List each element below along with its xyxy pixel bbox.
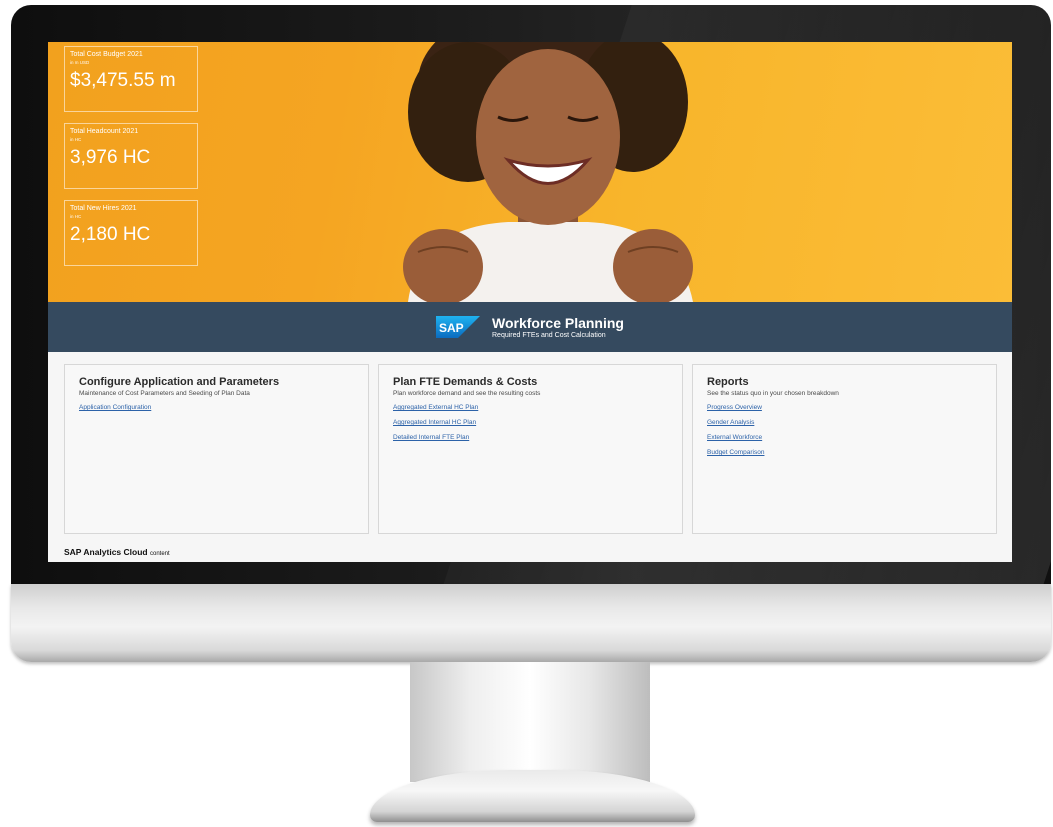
- kpi-value: $3,475.55 m: [70, 70, 176, 91]
- link-budget-comparison[interactable]: Budget Comparison: [707, 449, 982, 457]
- card-title: Configure Application and Parameters: [79, 376, 280, 388]
- link-aggregated-external-hc-plan[interactable]: Aggregated External HC Plan: [393, 404, 668, 412]
- monitor-stand-neck: [410, 662, 650, 782]
- kpi-tile-headcount[interactable]: Total Headcount 2021 in HC 3,976 HC: [64, 123, 198, 189]
- kpi-tile-cost-budget[interactable]: Total Cost Budget 2021 in m USD $3,475.5…: [64, 46, 198, 112]
- kpi-title: Total Headcount 2021: [70, 128, 139, 135]
- link-aggregated-internal-hc-plan[interactable]: Aggregated Internal HC Plan: [393, 419, 668, 427]
- link-gender-analysis[interactable]: Gender Analysis: [707, 419, 982, 427]
- smiling-woman-photo: [403, 42, 693, 302]
- card-title: Reports: [707, 376, 749, 388]
- card-description: Maintenance of Cost Parameters and Seedi…: [79, 390, 250, 397]
- card-title: Plan FTE Demands & Costs: [393, 376, 538, 388]
- link-application-configuration[interactable]: Application Configuration: [79, 404, 354, 412]
- link-external-workforce[interactable]: External Workforce: [707, 434, 982, 442]
- monitor-chin: [11, 584, 1051, 662]
- kpi-value: 2,180 HC: [70, 224, 151, 245]
- footer-brand: SAP Analytics Cloud content: [64, 547, 170, 557]
- banner-title: Workforce Planning: [492, 314, 624, 331]
- app-title-banner: SAP Workforce Planning Required FTEs and…: [48, 302, 1012, 352]
- banner-text: Workforce Planning Required FTEs and Cos…: [492, 315, 624, 340]
- sap-logo-text: SAP: [439, 321, 464, 335]
- banner-subtitle: Required FTEs and Cost Calculation: [492, 331, 606, 339]
- link-progress-overview[interactable]: Progress Overview: [707, 404, 982, 412]
- kpi-title: Total New Hires 2021: [70, 205, 137, 212]
- kpi-unit: in m USD: [70, 60, 90, 65]
- hero-banner: Total Cost Budget 2021 in m USD $3,475.5…: [48, 42, 1012, 302]
- kpi-value: 3,976 HC: [70, 147, 151, 168]
- kpi-title: Total Cost Budget 2021: [70, 51, 143, 58]
- card-reports: Reports See the status quo in your chose…: [692, 364, 997, 534]
- card-plan-fte: Plan FTE Demands & Costs Plan workforce …: [378, 364, 683, 534]
- card-description: See the status quo in your chosen breakd…: [707, 390, 839, 397]
- card-configure: Configure Application and Parameters Mai…: [64, 364, 369, 534]
- card-description: Plan workforce demand and see the result…: [393, 390, 541, 397]
- footer-brand-suffix: content: [149, 551, 170, 557]
- kpi-tile-new-hires[interactable]: Total New Hires 2021 in HC 2,180 HC: [64, 200, 198, 266]
- kpi-unit: in HC: [70, 137, 82, 142]
- kpi-unit: in HC: [70, 214, 82, 219]
- footer-brand-name: SAP Analytics Cloud: [64, 547, 148, 557]
- link-detailed-internal-fte-plan[interactable]: Detailed Internal FTE Plan: [393, 434, 668, 442]
- app-screen: Total Cost Budget 2021 in m USD $3,475.5…: [48, 42, 1012, 562]
- sap-logo: SAP: [436, 316, 480, 338]
